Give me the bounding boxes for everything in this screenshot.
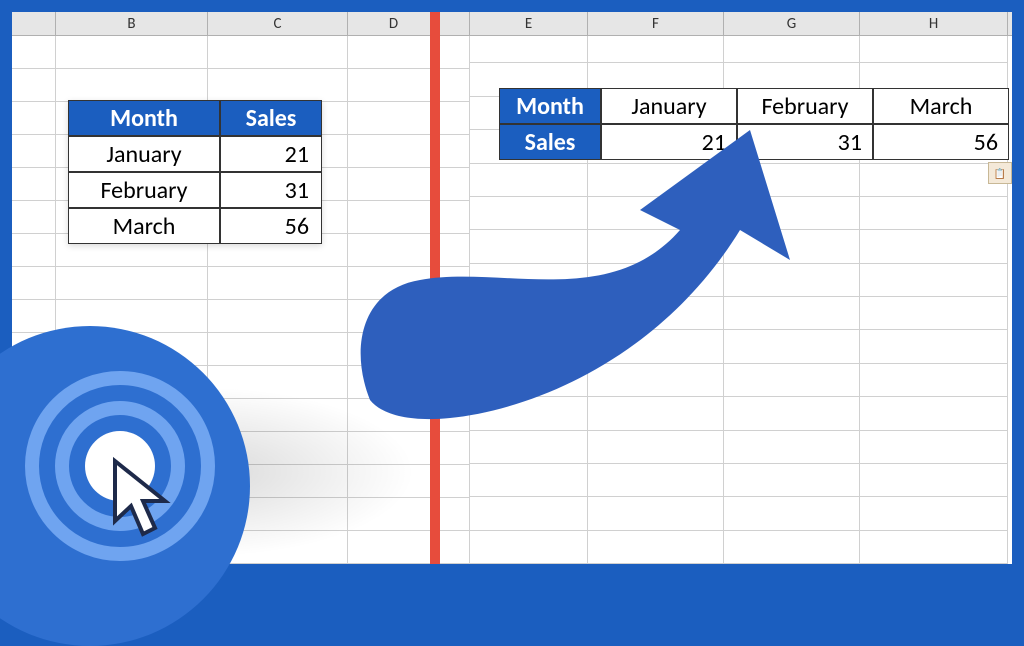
column-header-stub[interactable]: [440, 12, 470, 35]
column-header-row: B C D E F G H: [12, 12, 1012, 36]
cell-month[interactable]: January: [68, 136, 220, 172]
cell-month[interactable]: March: [68, 208, 220, 244]
transpose-arrow-icon: [300, 100, 840, 480]
cell-sales[interactable]: 56: [873, 124, 1009, 160]
source-table-vertical[interactable]: Month Sales January 21 February 31 March…: [68, 100, 322, 244]
cell-month[interactable]: March: [873, 88, 1009, 124]
header-month[interactable]: Month: [68, 100, 220, 136]
cursor-icon: [105, 456, 185, 546]
paste-options-icon[interactable]: 📋: [988, 162, 1012, 184]
column-header-g[interactable]: G: [724, 12, 860, 35]
cell-month[interactable]: February: [68, 172, 220, 208]
column-header-h[interactable]: H: [860, 12, 1008, 35]
column-header-c[interactable]: C: [208, 12, 348, 35]
column-header-e[interactable]: E: [470, 12, 588, 35]
column-header-d[interactable]: D: [348, 12, 440, 35]
column-header-b[interactable]: B: [56, 12, 208, 35]
column-header-f[interactable]: F: [588, 12, 724, 35]
column-header-a-stub[interactable]: [12, 12, 56, 35]
